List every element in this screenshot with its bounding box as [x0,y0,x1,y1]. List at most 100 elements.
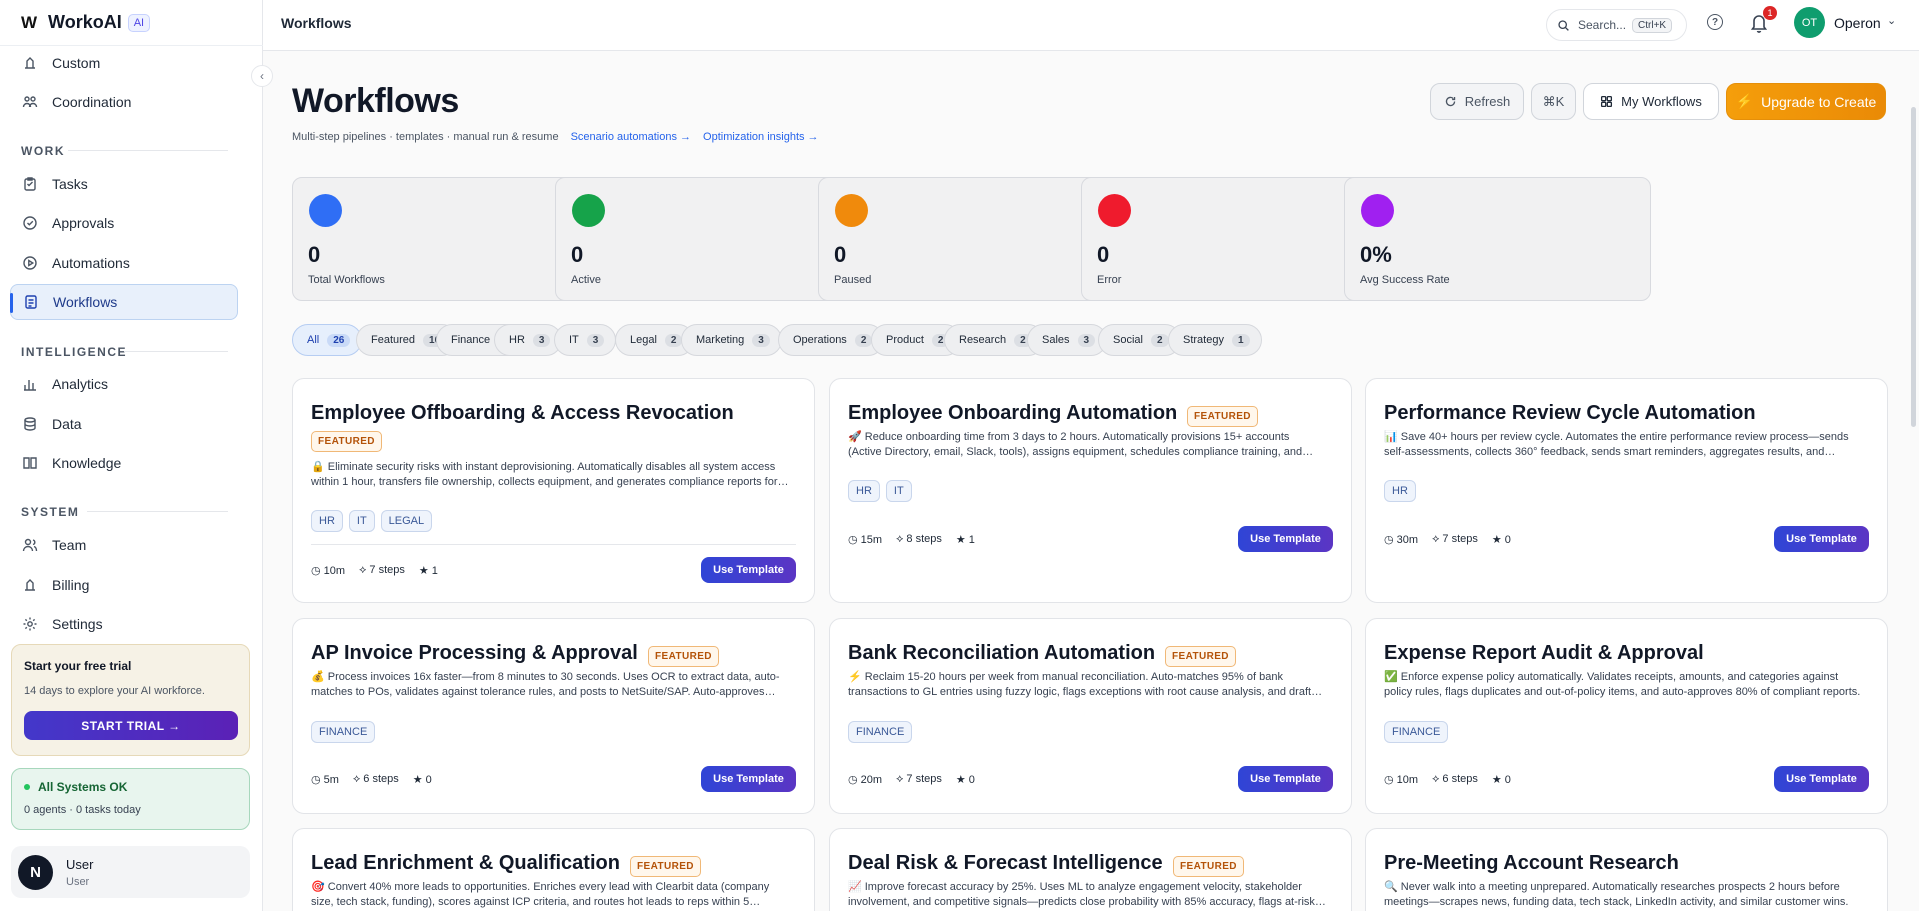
star-icon: ★ [955,534,969,546]
card-title: Pre-Meeting Account Research [1384,852,1679,874]
sidebar-item-approvals[interactable]: Approvals [10,205,238,241]
category-tag[interactable]: LEGAL [380,510,433,532]
card-title: Expense Report Audit & Approval [1384,642,1704,664]
sidebar-item-billing[interactable]: Billing [10,567,238,603]
use-template-button[interactable]: Use Template [1774,766,1869,792]
filter-chip-strategy[interactable]: Strategy 1 [1168,324,1262,356]
stat-card: 0% Avg Success Rate [1344,177,1651,301]
sidebar-item-tasks[interactable]: Tasks [10,166,238,202]
category-tag[interactable]: IT [885,480,912,502]
use-template-button[interactable]: Use Template [701,766,796,792]
category-tag[interactable]: HR [311,510,343,532]
refresh-button[interactable]: Refresh [1430,83,1524,120]
steps-value: 7 steps [369,564,405,576]
stars-value: 1 [431,565,438,577]
sidebar-item-label: Knowledge [52,455,122,471]
steps-value: 6 steps [1442,773,1478,785]
category-tag[interactable]: FINANCE [1384,721,1449,743]
my-workflows-button[interactable]: My Workflows [1583,83,1719,120]
use-template-button[interactable]: Use Template [1238,766,1333,792]
star-icon: ★ [955,774,969,786]
sidebar-item-knowledge[interactable]: Knowledge [10,445,238,481]
sidebar-item-workflows[interactable]: Workflows [10,284,238,320]
workflow-card[interactable]: Lead Enrichment & Qualification FEATURED 🎯… [292,828,815,911]
card-meta: ◷ 10m ⟡ 6 steps ★ 0 [1384,773,1511,786]
workflow-card[interactable]: Deal Risk & Forecast Intelligence FEATURE… [829,828,1352,911]
scenario-automations-link[interactable]: Scenario automations → [571,131,691,143]
stat-card: 0 Error [1081,177,1388,301]
stars: ★ 0 [413,773,432,786]
steps-icon: ⟡ [1432,773,1443,785]
filter-count: 3 [586,333,605,347]
page-subtitle: Multi-step pipelines · templates · manua… [292,131,819,143]
workflow-card[interactable]: AP Invoice Processing & Approval FEATURED… [292,618,815,814]
steps-icon: ⟡ [1432,533,1443,545]
help-icon[interactable]: ? [1707,14,1723,30]
filter-chip-operations[interactable]: Operations 2 [778,324,885,356]
stars-value: 1 [968,534,975,546]
steps-icon: ⟡ [896,773,907,785]
chevron-down-icon[interactable]: ⌄ [1887,14,1896,27]
filter-chip-marketing[interactable]: Marketing 3 [681,324,782,356]
featured-badge: FEATURED [648,646,719,667]
filter-label: Research [959,334,1007,346]
card-description: 💰 Process invoices 16x faster—from 8 min… [311,671,780,698]
sidebar-item-team[interactable]: Team [10,527,238,563]
clock-icon: ◷ [848,774,861,786]
workflow-card[interactable]: Pre-Meeting Account Research 🔍 Never walk… [1365,828,1888,911]
user-card[interactable]: N User User [11,846,250,898]
user-role: User [66,875,90,888]
brand[interactable]: W WorkoAI AI [0,0,263,46]
filter-chip-all[interactable]: All 26 [292,324,363,356]
category-tag[interactable]: HR [848,480,880,502]
filter-chip-sales[interactable]: Sales 3 [1027,324,1108,356]
command-palette-button[interactable]: ⌘K [1531,83,1576,120]
use-template-button[interactable]: Use Template [1774,526,1869,552]
category-tag[interactable]: FINANCE [311,721,376,743]
stars-value: 0 [425,774,432,786]
upgrade-to-create-button[interactable]: ⚡ Upgrade to Create [1726,83,1886,120]
stat-value: 0% [1360,242,1392,267]
user-name: User [66,856,94,872]
stars-value: 0 [1504,534,1511,546]
scrollbar[interactable] [1911,107,1916,427]
category-tag[interactable]: IT [348,510,375,532]
billing-icon [22,577,38,593]
category-tag[interactable]: HR [1384,480,1416,502]
steps-icon: ⟡ [352,773,364,785]
stat-card: 0 Paused [818,177,1125,301]
use-template-button[interactable]: Use Template [1238,526,1333,552]
featured-badge: FEATURED [311,431,382,452]
system-status-card: All Systems OK 0 agents · 0 tasks today [11,768,250,830]
optimization-insights-link[interactable]: Optimization insights → [703,131,819,143]
sidebar-item-custom[interactable]: Custom [10,45,238,81]
workflow-card[interactable]: Employee Offboarding & Access Revocation… [292,378,815,603]
sidebar-item-analytics[interactable]: Analytics [10,366,238,402]
filter-chip-hr[interactable]: HR 3 [494,324,563,356]
start-trial-button[interactable]: START TRIAL → [24,711,238,740]
use-template-button[interactable]: Use Template [701,557,796,583]
account-name[interactable]: Operon [1834,15,1881,31]
category-tag[interactable]: FINANCE [848,721,913,743]
sidebar-item-settings[interactable]: Settings [10,606,238,642]
sidebar-item-automations[interactable]: Automations [10,245,238,281]
status-subtitle: 0 agents · 0 tasks today [24,804,141,816]
workflow-card[interactable]: Bank Reconciliation Automation FEATURED ⚡ … [829,618,1352,814]
my-workflows-label: My Workflows [1621,94,1702,109]
search-input[interactable]: Search... Ctrl+K [1546,9,1687,41]
sidebar-item-coordination[interactable]: Coordination [10,84,238,120]
card-meta: ◷ 10m ⟡ 7 steps ★ 1 [311,564,438,577]
card-meta: ◷ 30m ⟡ 7 steps ★ 0 [1384,533,1511,546]
book-icon [22,455,38,471]
star-icon: ★ [1491,774,1505,786]
stat-label: Paused [834,274,872,286]
workflow-icon [23,294,39,310]
logo-icon: W [21,12,37,32]
collapse-sidebar-button[interactable]: ‹ [251,65,273,87]
filter-chip-it[interactable]: IT 3 [554,324,617,356]
workflow-card[interactable]: Employee Onboarding Automation FEATURED 🚀 … [829,378,1352,603]
workflow-card[interactable]: Expense Report Audit & Approval ✅ Enforce… [1365,618,1888,814]
workflow-card[interactable]: Performance Review Cycle Automation 📊 Sav… [1365,378,1888,603]
account-avatar[interactable]: OT [1794,7,1825,38]
sidebar-item-data[interactable]: Data [10,406,238,442]
